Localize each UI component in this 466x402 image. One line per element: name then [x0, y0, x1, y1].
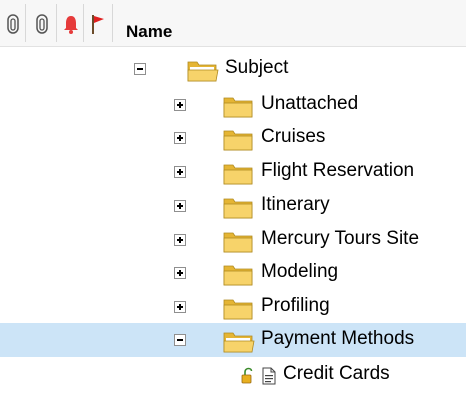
header-divider[interactable] — [83, 4, 84, 42]
expand-toggle[interactable] — [174, 99, 186, 111]
expand-toggle[interactable] — [174, 166, 186, 178]
folder-icon — [223, 164, 253, 185]
tree-node-label: Mercury Tours Site — [261, 228, 420, 249]
tree-node-label: Unattached — [261, 93, 359, 114]
tree-node-unattached[interactable]: Unattached — [0, 88, 466, 122]
expand-toggle[interactable] — [174, 200, 186, 212]
alert-bell-icon[interactable] — [62, 13, 80, 35]
tree-node-label: Itinerary — [261, 194, 330, 215]
attachment-icon[interactable] — [4, 13, 22, 35]
tree-node-label: Subject — [225, 57, 289, 78]
tree-node-label: Modeling — [261, 261, 339, 282]
header-divider[interactable] — [112, 4, 113, 42]
tree-node-flight-reservation[interactable]: Flight Reservation — [0, 155, 466, 189]
collapse-toggle[interactable] — [174, 334, 186, 346]
document-icon — [262, 367, 276, 385]
tree-node-label: Flight Reservation — [261, 160, 415, 181]
tree-node-subject[interactable]: Subject — [0, 52, 466, 86]
folder-icon — [223, 232, 253, 253]
expand-toggle[interactable] — [174, 301, 186, 313]
tree-panel: Name Subject Unattached Cruises Flight R… — [0, 0, 466, 402]
tree-leaf-credit-cards[interactable]: Credit Cards — [0, 358, 466, 392]
expand-toggle[interactable] — [174, 267, 186, 279]
collapse-toggle[interactable] — [134, 63, 146, 75]
name-column-header[interactable]: Name — [126, 22, 172, 42]
tree-node-label: Cruises — [261, 126, 326, 147]
tree-node-cruises[interactable]: Cruises — [0, 121, 466, 155]
unlocked-icon — [241, 367, 253, 384]
tree-node-mercury-tours-site[interactable]: Mercury Tours Site — [0, 223, 466, 257]
tree-node-label: Profiling — [261, 295, 330, 316]
open-folder-icon — [223, 332, 255, 353]
open-folder-icon — [187, 61, 219, 82]
folder-icon — [223, 130, 253, 151]
expand-toggle[interactable] — [174, 132, 186, 144]
header-divider[interactable] — [25, 4, 26, 42]
tree-node-modeling[interactable]: Modeling — [0, 256, 466, 290]
tree-node-itinerary[interactable]: Itinerary — [0, 189, 466, 223]
tree-node-payment-methods[interactable]: Payment Methods — [0, 323, 466, 357]
flag-icon[interactable] — [89, 13, 107, 35]
expand-toggle[interactable] — [174, 234, 186, 246]
tree-node-label: Payment Methods — [261, 328, 415, 349]
folder-icon — [223, 265, 253, 286]
folder-icon — [223, 299, 253, 320]
column-header: Name — [0, 0, 466, 47]
folder-icon — [223, 97, 253, 118]
attachment-icon[interactable] — [33, 13, 51, 35]
header-divider[interactable] — [56, 4, 57, 42]
folder-icon — [223, 198, 253, 219]
tree-node-profiling[interactable]: Profiling — [0, 290, 466, 324]
tree-node-label: Credit Cards — [283, 363, 390, 384]
